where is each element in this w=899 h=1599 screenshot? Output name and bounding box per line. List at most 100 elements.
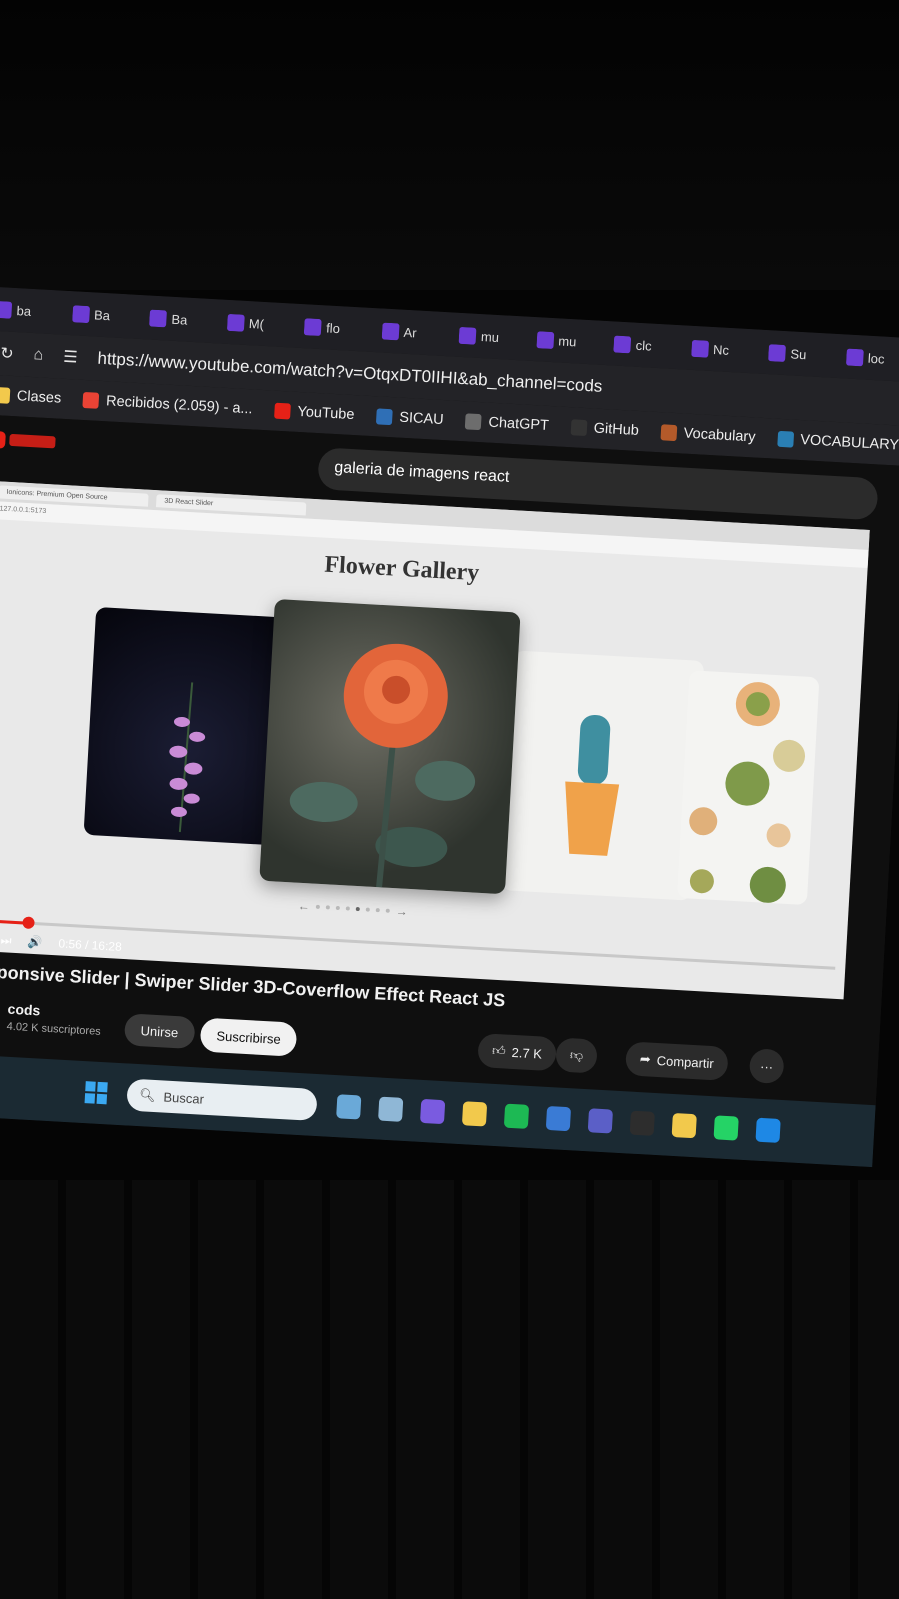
browser-tab[interactable]: mu — [458, 326, 531, 347]
pagination-dot[interactable] — [325, 905, 330, 910]
site-info-icon[interactable]: ☰ — [63, 347, 78, 368]
gmail-icon — [82, 391, 100, 409]
browser-tab-label: Su — [790, 345, 807, 362]
browser-tab-label: mu — [557, 332, 577, 349]
spotify-icon[interactable] — [503, 1103, 530, 1129]
browser-tab-label: M( — [248, 315, 265, 332]
pagination-dot[interactable] — [335, 905, 340, 911]
pagination-dot[interactable] — [375, 908, 380, 913]
taskbar-search[interactable]: 🔍︎ Buscar — [126, 1078, 318, 1122]
progress-handle[interactable] — [21, 916, 35, 930]
pagination-dots — [315, 904, 390, 913]
browser-tab[interactable]: Nc — [690, 339, 763, 360]
folder-icon — [0, 386, 11, 404]
join-button[interactable]: Unirse — [123, 1013, 196, 1050]
explorer-icon[interactable] — [671, 1112, 697, 1139]
thumbs-up-icon: 👍︎ — [491, 1042, 507, 1059]
bookmark-item[interactable]: Vocabulary — [660, 424, 756, 446]
next-icon[interactable]: ⏭ — [0, 933, 12, 949]
github-icon — [570, 419, 588, 437]
cloud-icon — [690, 339, 709, 358]
browser-tab-label: Nc — [712, 341, 730, 358]
copilot-icon[interactable] — [419, 1098, 446, 1125]
yahoo-icon — [458, 326, 477, 345]
bookmark-item[interactable]: GitHub — [570, 419, 639, 439]
prev-arrow-icon[interactable]: ← — [298, 899, 311, 914]
stack-icon — [71, 304, 90, 323]
yahoo-icon — [0, 300, 13, 319]
browser-tab[interactable]: Su — [768, 343, 840, 365]
dislike-button[interactable]: 👎︎ — [555, 1037, 599, 1074]
browser-tab[interactable]: M( — [226, 313, 298, 334]
widgets-icon[interactable] — [336, 1094, 362, 1120]
pagination-dot[interactable] — [345, 906, 350, 911]
share-icon: ➦ — [639, 1051, 652, 1067]
browser-tab-label: loc — [867, 350, 885, 367]
edge-icon[interactable] — [755, 1117, 781, 1143]
cow-icon — [660, 424, 678, 442]
pagination-dot[interactable] — [385, 908, 390, 913]
whatsapp-icon[interactable] — [713, 1115, 739, 1141]
like-count: 2.7 K — [511, 1044, 543, 1062]
bookmark-label: YouTube — [297, 403, 355, 424]
volume-icon[interactable]: 🔊 — [27, 935, 43, 950]
browser-tab-label: mu — [480, 328, 500, 345]
pin-icon — [776, 430, 794, 448]
search-icon: 🔍︎ — [138, 1087, 157, 1104]
pagination-dot[interactable] — [315, 904, 320, 909]
browser-tab[interactable]: ba — [0, 300, 67, 321]
browser-tab[interactable]: clc — [613, 334, 685, 356]
taskbar-search-label: Buscar — [163, 1089, 205, 1107]
browser-tab[interactable]: Ar — [381, 322, 453, 343]
teams-icon[interactable] — [587, 1108, 614, 1134]
bookmark-label: SICAU — [398, 409, 445, 429]
globe-icon — [845, 347, 864, 366]
browser-tab-label: Ar — [403, 324, 418, 340]
pagination-dot[interactable] — [365, 907, 370, 912]
bookmark-item[interactable]: ChatGPT — [465, 413, 549, 434]
share-button[interactable]: ➦ Compartir — [624, 1041, 729, 1081]
channel-name[interactable]: cods — [7, 1001, 41, 1019]
windows-start-icon[interactable] — [84, 1081, 108, 1105]
subscribe-button[interactable]: Suscribirse — [199, 1017, 298, 1057]
browser-tab[interactable]: Ba — [71, 304, 144, 326]
yahoo-icon — [613, 334, 632, 353]
browser-tab-label: Ba — [93, 306, 111, 323]
next-arrow-icon[interactable]: → — [395, 904, 408, 919]
slide-rose — [259, 598, 521, 895]
sicau-icon — [375, 408, 393, 426]
youtube-logo[interactable] — [0, 428, 60, 452]
folder-icon[interactable] — [545, 1105, 572, 1132]
browser-tab-label: clc — [635, 337, 653, 354]
video-player[interactable]: Ionicons: Premium Open Source 3D React S… — [0, 480, 870, 1000]
share-label: Compartir — [656, 1052, 715, 1071]
bookmark-label: Recibidos (2.059) - a... — [105, 393, 253, 418]
blank-icon — [149, 309, 167, 327]
bookmark-item[interactable]: VOCABULARY — [776, 430, 899, 454]
browser-tab-label: Ba — [171, 311, 188, 328]
reload-icon[interactable]: ↻ — [0, 343, 14, 364]
browser-tab[interactable]: Ba — [149, 309, 221, 330]
more-button[interactable]: ··· — [748, 1048, 785, 1085]
bookmark-item[interactable]: Recibidos (2.059) - a... — [82, 391, 253, 418]
browser-tab[interactable]: loc — [845, 347, 899, 369]
chatgpt-icon — [465, 413, 482, 431]
bookmark-label: GitHub — [593, 420, 640, 439]
taskbar-icons — [336, 1094, 781, 1143]
youtube-icon — [274, 402, 291, 420]
bookmark-item[interactable]: Clases — [0, 386, 62, 407]
bookmark-item[interactable]: SICAU — [375, 408, 445, 429]
terminal-icon[interactable] — [629, 1110, 655, 1136]
pagination-dot[interactable] — [355, 906, 360, 912]
like-button[interactable]: 👍︎ 2.7 K — [477, 1033, 557, 1072]
time-display: 0:56 / 16:28 — [58, 936, 123, 954]
chatgpt-icon — [768, 343, 786, 362]
bookmark-item[interactable]: YouTube — [274, 402, 355, 424]
home-icon[interactable]: ⌂ — [33, 346, 44, 365]
subscriber-count: 4.02 K suscriptores — [6, 1020, 102, 1038]
browser-tab[interactable]: mu — [535, 330, 608, 352]
arrow-icon — [226, 313, 245, 332]
file-explorer-icon[interactable] — [378, 1096, 404, 1122]
notes-icon[interactable] — [461, 1101, 488, 1127]
browser-tab[interactable]: flo — [303, 317, 376, 339]
